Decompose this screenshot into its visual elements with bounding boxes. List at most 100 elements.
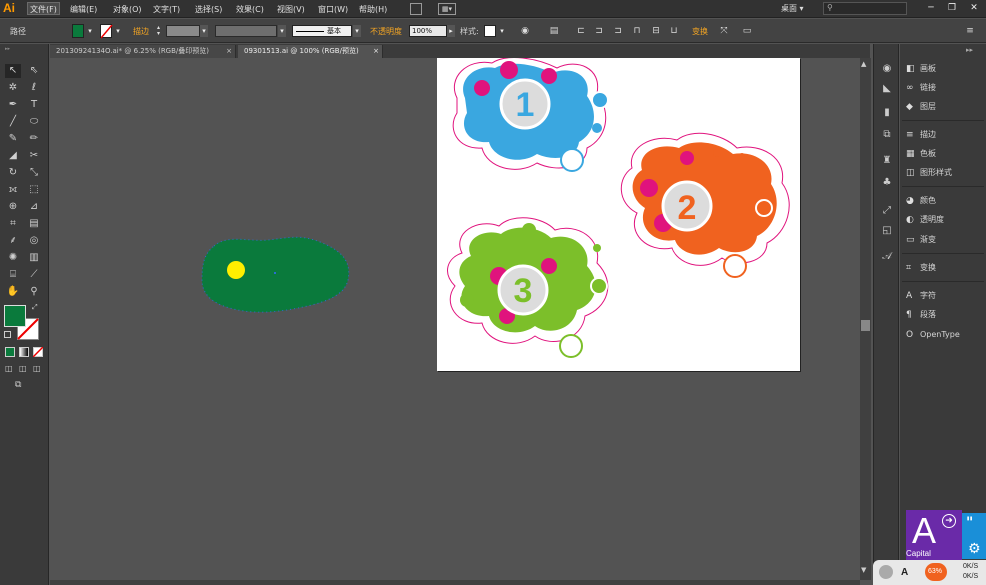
panel-layers[interactable]: ◆ 图层: [906, 100, 936, 114]
envelope-icon[interactable]: ▭: [741, 25, 753, 37]
search-input[interactable]: ⚲: [823, 2, 907, 15]
align-to-icon[interactable]: ▤: [548, 25, 560, 37]
panel-collapse-icon[interactable]: ▸▸: [966, 46, 973, 54]
magic-wand-tool-icon[interactable]: ✲: [5, 81, 21, 95]
club-symbol-icon[interactable]: ♣: [880, 176, 894, 190]
panel-opentype[interactable]: O OpenType: [906, 328, 960, 342]
appearance-icon[interactable]: ◉: [880, 62, 894, 76]
menu-object[interactable]: 对象(O): [113, 3, 142, 16]
gradient-mode-icon[interactable]: [19, 347, 29, 357]
selected-green-shape[interactable]: [198, 232, 353, 316]
align-top-icon[interactable]: ⊓: [631, 25, 643, 37]
pen-tool-icon[interactable]: ✒: [5, 98, 21, 112]
scale-tool-icon[interactable]: ⤡: [26, 166, 42, 180]
align-hcenter-icon[interactable]: ⊐: [593, 25, 605, 37]
workspace-switcher[interactable]: 桌面 ▾: [781, 3, 804, 14]
panel-gradient[interactable]: ▭ 渐变: [906, 233, 936, 247]
fill-color-swatch[interactable]: [72, 24, 84, 38]
panel-color[interactable]: ◕ 颜色: [906, 194, 936, 208]
panel-transparency[interactable]: ◐ 透明度: [906, 213, 944, 227]
vertical-scrollbar[interactable]: ▲ ▼: [860, 58, 871, 580]
column-graph-tool-icon[interactable]: ▥: [26, 251, 42, 265]
green-flower-graphic[interactable]: 3: [447, 217, 609, 358]
brush-definition[interactable]: 基本: [292, 25, 352, 37]
capital-app-tile[interactable]: A ➜ Capital: [906, 510, 962, 560]
blend-tool-icon[interactable]: ◎: [26, 234, 42, 248]
vertical-scroll-thumb[interactable]: [861, 320, 870, 331]
minimize-button[interactable]: ─: [921, 1, 941, 15]
panel-swatches[interactable]: ▦ 色板: [906, 147, 936, 161]
scroll-up-icon[interactable]: ▲: [861, 60, 866, 68]
none-mode-icon[interactable]: [33, 347, 43, 357]
brush-dropdown[interactable]: ▾: [353, 25, 361, 37]
isolate-icon[interactable]: ⤧: [718, 25, 730, 37]
align-vcenter-icon[interactable]: ⊟: [650, 25, 662, 37]
lasso-tool-icon[interactable]: ℓ: [26, 81, 42, 95]
menu-effect[interactable]: 效果(C): [236, 3, 264, 16]
menu-select[interactable]: 选择(S): [195, 3, 222, 16]
align-bottom-icon[interactable]: ⊔: [668, 25, 680, 37]
opacity-label[interactable]: 不透明度: [370, 26, 402, 37]
align-icon[interactable]: ▮: [880, 106, 894, 120]
menu-file[interactable]: 文件(F): [27, 2, 60, 15]
transform-strip-icon[interactable]: ⤢: [880, 204, 894, 218]
direct-selection-tool-icon[interactable]: ⇖: [26, 64, 42, 78]
symbol-sprayer-tool-icon[interactable]: ✺: [5, 251, 21, 265]
paintbrush-tool-icon[interactable]: ✎: [5, 132, 21, 146]
gradient-tool-icon[interactable]: ▤: [26, 217, 42, 231]
panel-paragraph[interactable]: ¶ 段落: [906, 308, 936, 322]
screen-mode-icon[interactable]: ⧉: [15, 380, 29, 391]
width-tool-icon[interactable]: ⟗: [5, 183, 21, 197]
panel-character[interactable]: A 字符: [906, 289, 936, 303]
style-dropdown[interactable]: ▾: [498, 25, 506, 37]
orange-flower-graphic[interactable]: 2: [620, 132, 790, 278]
mesh-tool-icon[interactable]: ⌗: [5, 217, 21, 231]
scroll-down-icon[interactable]: ▼: [861, 566, 866, 574]
stroke-weight-dropdown[interactable]: ▾: [200, 25, 208, 37]
stroke-weight-field[interactable]: [166, 25, 200, 37]
slice-tool-icon[interactable]: ⟋: [26, 268, 42, 282]
profile-dropdown[interactable]: ▾: [278, 25, 286, 37]
menu-edit[interactable]: 编辑(E): [70, 3, 97, 16]
opacity-field[interactable]: 100%: [409, 25, 447, 37]
color-mode-icon[interactable]: [5, 347, 15, 357]
variable-width-profile[interactable]: [215, 25, 277, 37]
blue-app-tile[interactable]: " ⚙: [962, 513, 986, 559]
artboard[interactable]: 1 2 3: [437, 58, 800, 371]
close-tab-icon[interactable]: ×: [373, 45, 379, 58]
stroke-weight-stepper[interactable]: ▴ ▾: [157, 25, 165, 37]
selection-tool-icon[interactable]: ↖: [5, 64, 21, 78]
free-transform-tool-icon[interactable]: ⬚: [26, 183, 42, 197]
horizontal-scrollbar[interactable]: [50, 580, 860, 585]
symbols-icon[interactable]: ♜: [880, 154, 894, 168]
default-fill-stroke-icon[interactable]: [4, 331, 11, 338]
menu-help[interactable]: 帮助(H): [359, 3, 387, 16]
perspective-grid-tool-icon[interactable]: ⊿: [26, 200, 42, 214]
rotate-tool-icon[interactable]: ↻: [5, 166, 21, 180]
stroke-label[interactable]: 描边: [133, 26, 149, 37]
toolbox-grip[interactable]: ▸▸: [5, 46, 43, 52]
pencil-tool-icon[interactable]: ✏: [26, 132, 42, 146]
swap-fill-stroke-icon[interactable]: ⤢: [32, 303, 38, 312]
artboard-tool-icon[interactable]: ⌸: [5, 268, 21, 282]
glyphs-icon[interactable]: 𝒜: [880, 250, 894, 264]
gear-icon[interactable]: ⚙: [968, 541, 981, 557]
network-speed-widget[interactable]: A 63% 0K/S 0K/S: [873, 560, 986, 585]
zoom-tool-icon[interactable]: ⚲: [26, 285, 42, 299]
menu-type[interactable]: 文字(T): [153, 3, 180, 16]
shape-builder-tool-icon[interactable]: ⊕: [5, 200, 21, 214]
panel-stroke[interactable]: ≡ 描边: [906, 128, 936, 142]
eyedropper-tool-icon[interactable]: ⸙: [5, 234, 21, 248]
document-tab-1[interactable]: 20130924134O.ai* @ 6.25% (RGB/叠印预览) ×: [50, 45, 236, 58]
line-tool-icon[interactable]: ╱: [5, 115, 21, 129]
brushes-icon[interactable]: ◣: [880, 82, 894, 96]
graphic-style-swatch[interactable]: [484, 25, 496, 37]
opacity-dropdown[interactable]: ▸: [447, 25, 455, 37]
scissors-tool-icon[interactable]: ✂: [26, 149, 42, 163]
canvas-area[interactable]: 1 2 3: [50, 58, 860, 580]
panel-menu-icon[interactable]: ≡: [964, 25, 976, 37]
hand-tool-icon[interactable]: ✋: [5, 285, 21, 299]
pathfinder-icon[interactable]: ⧉: [880, 128, 894, 142]
panel-artboards[interactable]: ◧ 画板: [906, 62, 936, 76]
blob-brush-tool-icon[interactable]: ◢: [5, 149, 21, 163]
